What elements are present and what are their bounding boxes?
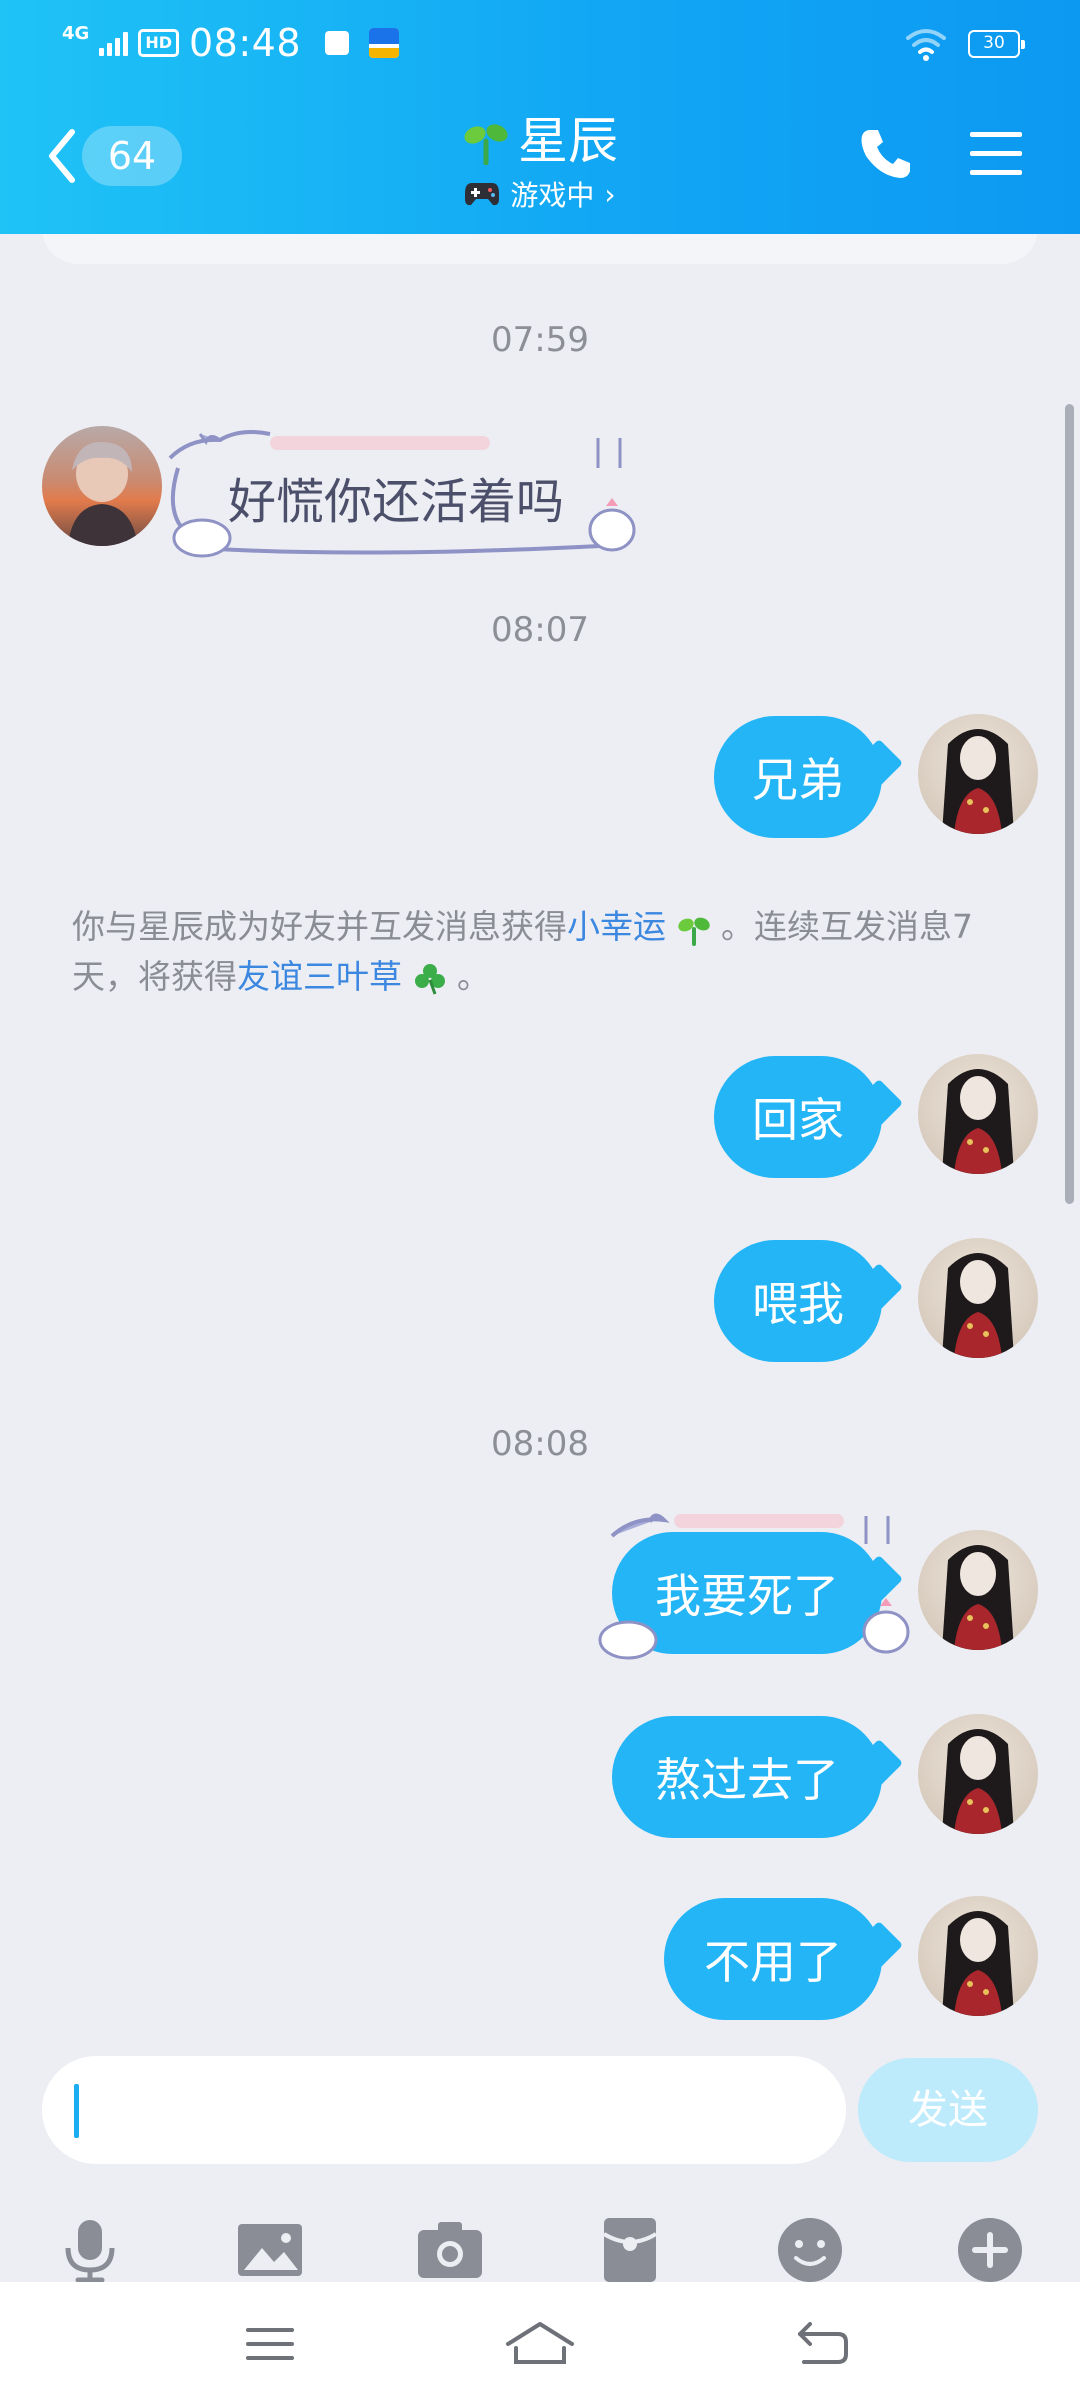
avatar-girl-image xyxy=(942,1911,1014,2016)
notification-icon xyxy=(325,31,349,55)
my-avatar[interactable] xyxy=(918,1714,1038,1834)
message-outgoing[interactable]: 兄弟 xyxy=(714,716,904,838)
lucky-link[interactable]: 小幸运 xyxy=(567,907,666,946)
avatar-girl-image xyxy=(942,1729,1014,1834)
message-outgoing-text: 回家 xyxy=(752,1093,844,1147)
bubble-tail xyxy=(854,1920,904,1970)
contact-avatar[interactable] xyxy=(42,426,162,546)
microphone-icon[interactable] xyxy=(54,2214,126,2286)
timestamp: 08:08 xyxy=(491,1424,589,1464)
image-icon[interactable] xyxy=(234,2214,306,2286)
system-nav-bar xyxy=(0,2282,1080,2408)
home-icon[interactable] xyxy=(504,2318,576,2370)
bubble-tail xyxy=(854,738,904,788)
network-type: 4G xyxy=(62,23,90,44)
status-time: 08:48 xyxy=(188,21,301,65)
clover-icon xyxy=(414,963,445,995)
status-right: 30 xyxy=(906,24,1025,64)
battery-icon: 30 xyxy=(968,30,1025,58)
recent-apps-icon[interactable] xyxy=(242,2318,298,2370)
message-outgoing-text: 不用了 xyxy=(704,1935,842,1989)
status-left: 4G HD 08:48 xyxy=(62,18,399,68)
system-tip-text-1: 你与星辰成为好友并互发消息获得 xyxy=(72,907,567,946)
bubble-tail xyxy=(854,1738,904,1788)
my-avatar[interactable] xyxy=(918,714,1038,834)
message-outgoing[interactable]: 喂我 xyxy=(714,1240,904,1362)
my-avatar[interactable] xyxy=(918,1530,1038,1650)
gamepad-icon xyxy=(465,183,500,206)
my-avatar[interactable] xyxy=(918,1054,1038,1174)
sprout-icon xyxy=(677,917,710,946)
send-button[interactable]: 发送 xyxy=(858,2058,1038,2162)
contact-title: 星辰 xyxy=(462,110,618,172)
timestamp: 07:59 xyxy=(491,320,589,360)
message-outgoing-text: 喂我 xyxy=(752,1277,844,1331)
my-avatar[interactable] xyxy=(918,1896,1038,2016)
hd-badge: HD xyxy=(138,29,179,57)
phone-icon[interactable] xyxy=(858,126,914,182)
title-block[interactable]: 星辰 游戏中 › xyxy=(0,110,1080,214)
camera-icon[interactable] xyxy=(414,2214,486,2286)
text-caret xyxy=(74,2084,79,2138)
timestamp: 08:07 xyxy=(491,610,589,650)
message-outgoing-text: 我要死了 xyxy=(655,1569,839,1623)
system-tip: 你与星辰成为好友并互发消息获得小幸运 。连续互发消息7天，将获得友谊三叶草 。 xyxy=(72,902,1012,1002)
system-tip-text-3: 。 xyxy=(446,957,490,996)
message-outgoing[interactable]: 不用了 xyxy=(664,1898,904,2020)
input-bar: 发送 xyxy=(0,2046,1080,2283)
menu-icon[interactable] xyxy=(968,130,1024,178)
message-input[interactable] xyxy=(42,2056,846,2164)
plus-icon[interactable] xyxy=(954,2214,1026,2286)
avatar-girl-image xyxy=(942,1545,1014,1650)
back-nav-icon[interactable] xyxy=(794,2318,850,2370)
emoji-icon[interactable] xyxy=(774,2214,846,2286)
message-outgoing[interactable]: 熬过去了 xyxy=(612,1716,904,1838)
chat-message-list[interactable]: 07:59 好慌你还活着吗 08:07 兄弟 你与星辰成为好友并互发消息获得小幸… xyxy=(0,234,1080,2046)
message-outgoing-text: 熬过去了 xyxy=(655,1753,839,1807)
signal-icon xyxy=(99,30,129,56)
message-incoming-text[interactable]: 好慌你还活着吗 xyxy=(228,462,564,532)
avatar-boy-image xyxy=(68,441,138,546)
status-bar: 4G HD 08:48 30 xyxy=(0,0,1080,90)
bubble-tail xyxy=(854,1262,904,1312)
contact-status-text: 游戏中 xyxy=(510,179,595,212)
red-packet-icon[interactable] xyxy=(594,2214,666,2286)
status-chevron: › xyxy=(604,177,616,211)
message-outgoing-text: 兄弟 xyxy=(752,753,844,807)
wifi-icon xyxy=(906,29,946,61)
chat-header: 4G HD 08:48 30 64 星辰 游戏中 › xyxy=(0,0,1080,234)
scrollbar[interactable] xyxy=(1065,404,1074,1204)
contact-status[interactable]: 游戏中 › xyxy=(464,174,616,214)
my-avatar[interactable] xyxy=(918,1238,1038,1358)
contact-name: 星辰 xyxy=(518,112,618,170)
previous-message-card xyxy=(42,234,1038,264)
zhihu-app-icon xyxy=(369,28,399,58)
sprout-icon xyxy=(464,124,508,165)
avatar-girl-image xyxy=(942,1253,1014,1358)
clover-link[interactable]: 友谊三叶草 xyxy=(237,957,402,996)
bubble-tail xyxy=(854,1078,904,1128)
avatar-girl-image xyxy=(942,729,1014,834)
message-outgoing[interactable]: 回家 xyxy=(714,1056,904,1178)
avatar-girl-image xyxy=(942,1069,1014,1174)
